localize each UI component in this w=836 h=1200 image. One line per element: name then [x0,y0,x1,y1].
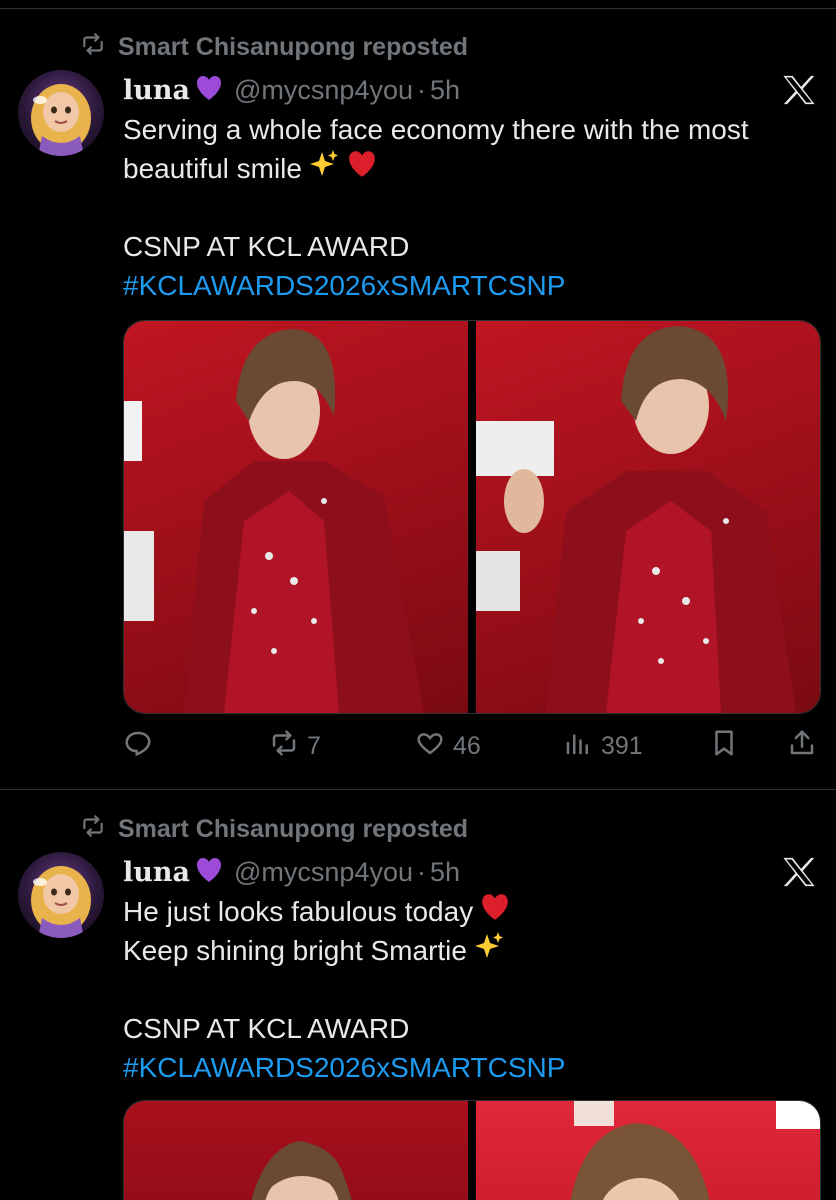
views-icon [563,728,593,765]
purple-heart-emoji [194,856,224,889]
handle[interactable]: @mycsnp4you [234,75,413,106]
retweet-button[interactable]: 7 [269,728,321,765]
tweet-text-line: CSNP AT KCL AWARD [123,1013,410,1044]
retweet-count: 7 [307,731,321,760]
repost-label: Smart Chisanupong reposted [118,814,469,843]
media-photo[interactable] [476,1101,820,1200]
tweet-text: Serving a whole face economy there with … [123,110,823,305]
repost-indicator[interactable]: Smart Chisanupong reposted [80,32,468,62]
separator-dot: · [417,74,426,105]
repost-icon [80,31,106,64]
repost-icon [80,813,106,846]
tweet-text-line: He just looks fabulous today [123,896,474,927]
timestamp[interactable]: 5h [430,857,460,888]
media-photo[interactable] [124,321,468,713]
handle[interactable]: @mycsnp4you [234,857,413,888]
heart-icon [415,728,445,765]
views-count: 391 [601,731,643,760]
tweet-actions: 7 46 391 [123,726,819,766]
share-icon [787,728,817,765]
hashtag-link[interactable]: #KCLAWARDS2026xSMARTCSNP [123,1048,565,1087]
tweet-text-line: CSNP AT KCL AWARD [123,231,410,262]
repost-indicator[interactable]: Smart Chisanupong reposted [80,814,468,844]
timestamp[interactable]: 5h [430,75,460,106]
x-logo-icon [780,72,818,108]
tweet-text: He just looks fabulous today Keep shinin… [123,892,823,1087]
repost-label: Smart Chisanupong reposted [118,32,469,61]
display-name[interactable]: luna [123,857,190,888]
like-count: 46 [453,731,481,760]
purple-heart-emoji [194,74,224,107]
display-name[interactable]: luna [123,75,190,106]
sparkles-emoji [308,148,340,190]
separator-dot: · [417,856,426,887]
x-logo-icon [780,854,818,890]
tweet-card[interactable]: Smart Chisanupong reposted luna @mycsnp4… [0,782,836,1200]
media-grid[interactable] [123,1100,821,1200]
bookmark-icon [709,728,739,765]
bookmark-button[interactable] [709,728,739,765]
avatar[interactable] [18,852,104,938]
timeline-feed: Smart Chisanupong reposted luna @mycsnp4… [0,0,836,1200]
avatar[interactable] [18,70,104,156]
media-grid[interactable] [123,320,821,714]
media-photo[interactable] [476,321,820,713]
tweet-card[interactable]: Smart Chisanupong reposted luna @mycsnp4… [0,0,836,790]
tweet-text-line: Serving a whole face economy there with … [123,114,749,145]
share-button[interactable] [787,728,817,765]
tweet-text-line: Keep shining bright Smartie [123,935,467,966]
hashtag-link[interactable]: #KCLAWARDS2026xSMARTCSNP [123,266,565,305]
tweet-header: luna @mycsnp4you · 5h [123,72,460,108]
media-photo[interactable] [124,1101,468,1200]
tweet-text-line: beautiful smile [123,153,302,184]
retweet-icon [269,728,299,765]
red-heart-emoji [346,149,378,189]
sparkles-emoji [473,930,505,972]
reply-button[interactable] [123,728,153,765]
tweet-header: luna @mycsnp4you · 5h [123,854,460,890]
like-button[interactable]: 46 [415,728,481,765]
views-button[interactable]: 391 [563,728,643,765]
red-heart-emoji [479,892,511,932]
reply-icon [123,728,153,765]
